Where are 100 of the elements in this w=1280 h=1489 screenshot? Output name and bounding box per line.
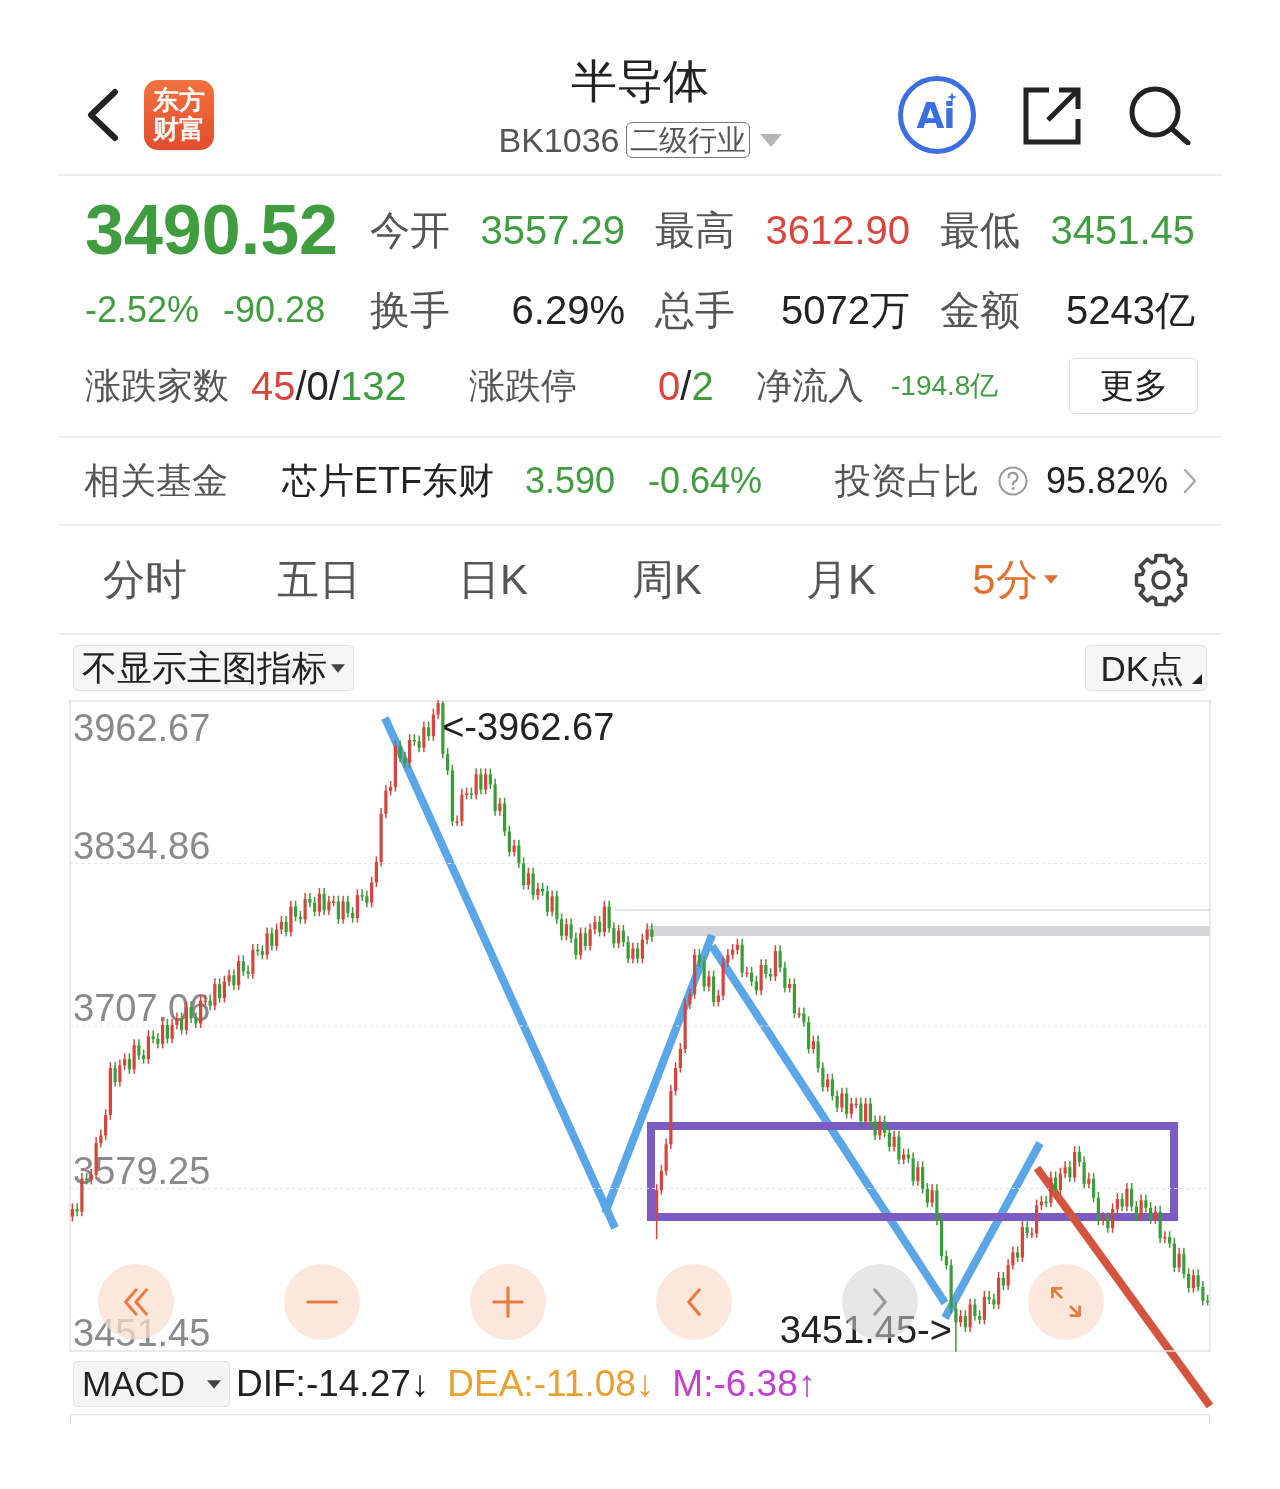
weight-label: 投资占比	[835, 458, 980, 503]
candlestick	[925, 1182, 929, 1208]
candlestick	[878, 1115, 882, 1140]
candlestick	[384, 785, 388, 819]
candlestick	[612, 922, 616, 948]
candlestick	[118, 1059, 122, 1087]
candlestick	[270, 927, 274, 951]
candlestick	[241, 955, 245, 976]
stat-value: 3557.29	[480, 207, 625, 253]
candlestick	[146, 1030, 150, 1064]
candlestick	[1106, 1212, 1110, 1233]
indicator-value: DEA:-11.08↓	[447, 1363, 655, 1405]
app-logo: 东方财富	[144, 80, 214, 150]
candlestick	[1125, 1182, 1129, 1212]
candlestick	[655, 1184, 659, 1240]
candlestick	[916, 1161, 920, 1186]
limit-count: 0/2	[658, 363, 715, 409]
breadth-count: 45/0/132	[251, 363, 408, 409]
stat-label: 总手	[655, 286, 735, 334]
candlestick	[583, 927, 587, 951]
candlestick	[911, 1152, 915, 1186]
candlestick	[336, 895, 340, 924]
chevron-right-icon	[873, 1288, 887, 1316]
candlestick	[1058, 1167, 1062, 1195]
share-icon	[1021, 85, 1083, 145]
candlestick	[645, 923, 649, 945]
candlestick	[564, 918, 568, 941]
stat-value: 6.29%	[511, 287, 625, 333]
candlestick	[982, 1291, 986, 1325]
candlestick	[1025, 1221, 1029, 1238]
settings-icon	[1133, 551, 1189, 608]
candlestick	[137, 1039, 141, 1060]
axis-label: 3834.86	[73, 824, 211, 867]
candlestick	[1068, 1161, 1072, 1182]
sparkle-icon	[947, 92, 957, 102]
candlestick	[598, 915, 602, 937]
candlestick	[408, 734, 412, 768]
candlestick	[1092, 1172, 1096, 1203]
stat-label: 最高	[655, 206, 735, 254]
candlestick	[308, 893, 312, 908]
candlestick	[1187, 1268, 1191, 1293]
search-button[interactable]	[1128, 85, 1192, 145]
stat-label: 金额	[940, 286, 1020, 334]
stat-value: 5072万	[781, 286, 910, 334]
candlestick	[930, 1184, 934, 1208]
candlestick	[579, 927, 583, 960]
candlestick	[1134, 1200, 1138, 1222]
candlestick	[783, 961, 787, 993]
candlestick	[778, 945, 782, 973]
candlestick	[897, 1130, 901, 1165]
indicator-selector[interactable]: MACD	[73, 1361, 230, 1407]
candlestick	[455, 815, 459, 826]
candlestick	[849, 1097, 853, 1119]
candlestick	[403, 751, 407, 768]
candlestick	[1163, 1231, 1167, 1243]
candlestick	[474, 768, 478, 800]
chevron-right-icon[interactable]	[1183, 468, 1197, 494]
candlestick	[954, 1302, 958, 1352]
candlestick	[1182, 1247, 1186, 1279]
candlestick	[626, 936, 630, 964]
ai-button[interactable]: Ai	[898, 76, 976, 154]
period-tab[interactable]: 五日	[232, 551, 406, 608]
stat-label: 换手	[370, 286, 450, 334]
caret-icon[interactable]	[759, 133, 782, 147]
period-tab[interactable]: 月K	[754, 551, 928, 608]
candlestick	[322, 888, 326, 915]
back-button[interactable]	[85, 88, 119, 142]
chevron-left-icon	[687, 1288, 701, 1316]
category-tag: 二级行业	[625, 122, 750, 158]
last-price: 3490.52	[85, 190, 340, 270]
candlestick	[607, 900, 611, 933]
help-icon[interactable]	[998, 466, 1028, 496]
candlestick	[1101, 1212, 1105, 1226]
candlestick	[574, 932, 578, 960]
candlestick	[640, 933, 644, 964]
candlestick	[218, 978, 222, 1003]
chevron-left-icon	[85, 88, 119, 142]
more-button[interactable]: 更多	[1069, 358, 1198, 414]
candlestick	[355, 889, 359, 923]
axis-label: 3451.45	[73, 1312, 211, 1354]
change-percent: -2.52%	[85, 288, 200, 332]
settings-button[interactable]	[1133, 551, 1189, 608]
share-button[interactable]	[1021, 85, 1083, 145]
dk-point-button[interactable]: DK点	[1085, 645, 1207, 691]
period-tab[interactable]: 周K	[580, 551, 754, 608]
indicator-value: DIF:-14.27↓	[236, 1363, 430, 1405]
breadth-label: 涨跌家数	[85, 363, 230, 408]
period-tab[interactable]: 日K	[406, 551, 580, 608]
candlestick	[830, 1073, 834, 1101]
candlestick	[265, 927, 269, 960]
net-inflow-value: -194.8亿	[891, 369, 1000, 403]
corner-triangle-icon	[1192, 674, 1202, 684]
candlestick	[631, 942, 635, 964]
indicator-dropdown[interactable]: 不显示主图指标	[73, 645, 354, 691]
candlestick	[873, 1115, 877, 1140]
candlestick	[569, 918, 573, 943]
candlestick	[545, 885, 549, 917]
fund-name[interactable]: 芯片ETF东财	[282, 456, 525, 506]
period-tab[interactable]: 分时	[58, 551, 232, 608]
candlestick	[588, 923, 592, 951]
